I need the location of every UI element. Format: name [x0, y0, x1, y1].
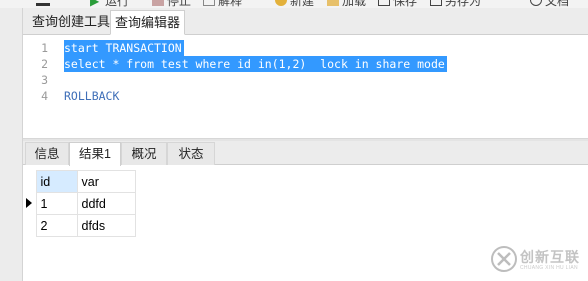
current-row-indicator	[23, 193, 36, 215]
new-button[interactable]: 新建	[275, 0, 314, 8]
hamburger-icon[interactable]	[36, 0, 50, 7]
save-as-icon	[430, 0, 442, 6]
sql-editor[interactable]: 1 start TRANSACTION 2 select * from test…	[23, 36, 588, 138]
window-left-edge	[0, 8, 23, 281]
line-number: 3	[41, 73, 48, 87]
explain-icon	[203, 0, 215, 6]
cell-id[interactable]: 2	[35, 214, 78, 237]
new-icon	[275, 0, 287, 6]
line-number: 4	[41, 89, 48, 103]
code-text: start TRANSACTION	[64, 40, 184, 56]
stop-button[interactable]: 停止	[152, 0, 191, 8]
save-as-button[interactable]: 另存为	[430, 0, 481, 8]
result-tabs: 信息 结果1 概况 状态	[23, 141, 588, 166]
row-indicator	[23, 215, 36, 237]
logo-icon	[491, 246, 517, 272]
editor-line: 1 start TRANSACTION	[23, 40, 588, 56]
table-row[interactable]: 2 dfds	[23, 214, 136, 237]
tab-info[interactable]: 信息	[25, 142, 69, 165]
cell-id[interactable]: 1	[35, 192, 78, 215]
tab-query-editor[interactable]: 查询编辑器	[110, 10, 186, 35]
watermark-name: 创新互联	[520, 249, 580, 265]
cell-var[interactable]: dfds	[76, 214, 136, 237]
tab-result-1[interactable]: 结果1	[69, 142, 121, 166]
load-icon	[327, 0, 339, 6]
tab-query-builder[interactable]: 查询创建工具	[28, 10, 114, 35]
tab-status[interactable]: 状态	[167, 142, 215, 165]
toolbar: ▶ 运行 停止 解释 新建 加载 保存 另存为 文档	[0, 0, 588, 8]
code-text: select * from test where id in(1,2) lock…	[64, 56, 447, 72]
editor-line: 3	[23, 72, 588, 88]
query-tabs: 查询创建工具 查询编辑器	[23, 8, 588, 35]
save-button[interactable]: 保存	[378, 0, 417, 8]
load-button[interactable]: 加载	[327, 0, 366, 8]
editor-line: 4 ROLLBACK	[23, 88, 588, 104]
cell-var[interactable]: ddfd	[76, 192, 136, 215]
explain-button[interactable]: 解释	[203, 0, 242, 8]
watermark-subtitle: CHUANG XIN HU LIAN	[520, 265, 578, 271]
editor-line: 2 select * from test where id in(1,2) lo…	[23, 56, 588, 72]
line-number: 1	[41, 41, 48, 55]
result-table: id var 1 ddfd 2 dfds	[23, 170, 136, 237]
play-icon: ▶	[90, 0, 100, 8]
save-icon	[378, 0, 390, 6]
document-button[interactable]: 文档	[530, 0, 569, 8]
stop-icon	[152, 0, 164, 6]
line-number: 2	[41, 57, 48, 71]
document-icon	[530, 0, 542, 6]
tab-profile[interactable]: 概况	[121, 142, 167, 165]
row-indicator	[23, 171, 36, 193]
caret-right-icon	[26, 197, 33, 208]
code-text: ROLLBACK	[64, 89, 120, 103]
column-header-id[interactable]: id	[35, 170, 78, 193]
column-header-var[interactable]: var	[76, 170, 136, 193]
table-row[interactable]: 1 ddfd	[23, 192, 136, 215]
watermark-logo: 创新互联 CHUANG XIN HU LIAN	[488, 241, 588, 277]
table-header-row: id var	[23, 170, 136, 193]
run-button[interactable]: ▶ 运行	[90, 0, 129, 8]
